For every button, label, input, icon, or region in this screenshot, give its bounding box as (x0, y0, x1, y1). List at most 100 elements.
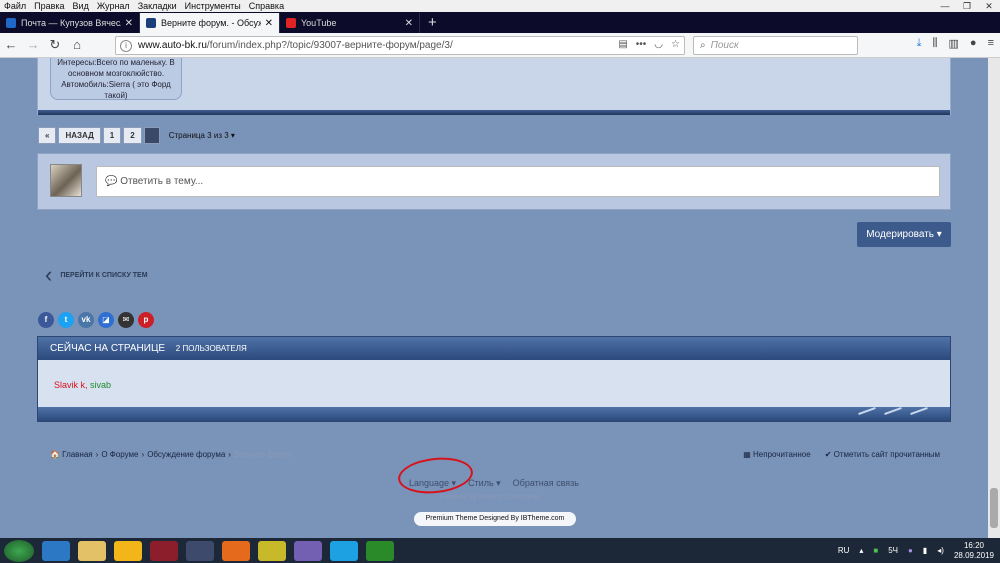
clock[interactable]: 16:20 28.09.2019 (954, 541, 994, 561)
volume-icon[interactable]: ◂) (937, 546, 944, 555)
prev-page-button[interactable]: НАЗАД (58, 127, 101, 144)
url-path: /forum/index.php?/topic/93007-верните-фо… (206, 40, 453, 51)
skype-icon[interactable] (330, 540, 358, 561)
network-icon[interactable]: ▮ (923, 546, 927, 555)
tray-number[interactable]: 5Ч (888, 546, 898, 555)
breadcrumb: 🏠 Главная › О Форуме › Обсуждение форума… (50, 450, 295, 459)
theme-credit-button[interactable]: Premium Theme Designed By IBTheme.com (414, 512, 576, 526)
breadcrumb-actions: ▦ Непрочитанное ✔ Отметить сайт прочитан… (729, 450, 940, 459)
forward-icon[interactable]: → (22, 35, 44, 55)
breadcrumb-about[interactable]: О Форуме (101, 450, 138, 459)
tab-forum[interactable]: Верните форум. - Обсуждение ф... ✕ (140, 13, 280, 33)
tab-bar: Почта — Купузов Вячеслав — ... ✕ Верните… (0, 12, 1000, 33)
back-to-topics-link[interactable]: ‹ ПЕРЕЙТИ К СПИСКУ ТЕМ (45, 264, 148, 286)
menu-bookmarks[interactable]: Закладки (134, 1, 181, 11)
tab-youtube[interactable]: YouTube ✕ (280, 13, 420, 33)
maximize-button[interactable]: ❐ (956, 0, 978, 12)
online-users-title: СЕЙЧАС НА СТРАНИЦЕ (50, 343, 166, 354)
library-icon[interactable]: ⫼ (932, 37, 937, 50)
search-icon: ⌕ (700, 40, 706, 51)
online-users-header: СЕЙЧАС НА СТРАНИЦЕ 2 ПОЛЬЗОВАТЕЛЯ (38, 337, 950, 360)
viber-tray-icon[interactable]: ● (908, 546, 913, 555)
back-to-topics-label: ПЕРЕЙТИ К СПИСКУ ТЕМ (60, 271, 148, 279)
reload-icon[interactable]: ↻ (44, 35, 66, 55)
menu-icon[interactable]: ≡ (988, 37, 994, 50)
facebook-icon[interactable]: f (38, 312, 54, 328)
feedback-link[interactable]: Обратная связь (513, 478, 579, 489)
tray-arrow-icon[interactable]: ▴ (859, 546, 863, 555)
mark-read-link[interactable]: ✔ Отметить сайт прочитанным (825, 450, 940, 459)
red-annotation-circle (396, 454, 475, 497)
lastpass-icon[interactable]: ● (970, 37, 977, 50)
terminal-icon[interactable] (366, 540, 394, 561)
menu-file[interactable]: Файл (0, 1, 30, 11)
viber-icon[interactable] (294, 540, 322, 561)
moderate-button[interactable]: Модерировать ▾ (857, 222, 951, 247)
first-page-button[interactable]: « (38, 127, 57, 144)
user-link[interactable]: Slavik k (54, 380, 85, 390)
page-3-button[interactable]: 3 (143, 127, 160, 144)
page-info-dropdown[interactable]: Страница 3 из 3 ▾ (169, 131, 235, 140)
firefox-icon[interactable] (222, 540, 250, 561)
page-1-button[interactable]: 1 (102, 127, 122, 144)
new-tab-button[interactable]: + (420, 13, 445, 33)
scrollbar-thumb[interactable] (990, 488, 998, 528)
breadcrumb-home[interactable]: 🏠 Главная (50, 450, 93, 459)
chevron-left-icon: ‹ (45, 262, 53, 287)
menu-view[interactable]: Вид (69, 1, 93, 11)
start-button[interactable] (4, 539, 34, 562)
clock-date: 28.09.2019 (953, 550, 994, 560)
reply-input[interactable]: 💬 Ответить в тему... (96, 166, 940, 197)
email-icon[interactable]: ✉ (118, 312, 134, 328)
language-indicator[interactable]: RU (838, 546, 850, 555)
twitter-icon[interactable]: t (58, 312, 74, 328)
close-icon[interactable]: ✕ (405, 18, 413, 29)
shield-icon[interactable]: ■ (873, 546, 878, 555)
pagination: « НАЗАД 1 2 3 Страница 3 из 3 ▾ (38, 127, 235, 144)
close-icon[interactable]: ✕ (265, 18, 273, 29)
info-icon[interactable]: i (120, 39, 132, 52)
page-2-button[interactable]: 2 (123, 127, 142, 144)
decorative-stripe (858, 406, 876, 416)
url-bar[interactable]: i www.auto-bk.ru /forum/index.php?/topic… (115, 36, 685, 55)
vk-icon[interactable]: vk (78, 312, 94, 328)
close-window-button[interactable]: ✕ (978, 0, 1000, 12)
app-icon[interactable] (150, 540, 178, 561)
system-tray: RU ▴ ■ 5Ч ● ▮ ◂) 16:20 28.09.2019 (828, 538, 994, 563)
home-icon[interactable]: ⌂ (66, 35, 88, 55)
chip-icon[interactable] (258, 540, 286, 561)
user-link[interactable]: sivab (90, 380, 111, 390)
sidebar-icon[interactable]: ▥ (949, 37, 959, 50)
minimize-button[interactable]: — (934, 0, 956, 12)
decorative-stripe (884, 406, 902, 416)
reader-icon[interactable]: ▤ (618, 39, 627, 50)
decorative-stripe (910, 406, 928, 416)
download-icon[interactable]: ⤓ (917, 37, 922, 50)
menu-tools[interactable]: Инструменты (181, 1, 245, 11)
style-dropdown[interactable]: Стиль ▾ (468, 478, 501, 489)
page-scrollbar[interactable] (988, 58, 1000, 538)
page-content: Интересы:Всего по маленьку. В основном м… (0, 58, 988, 538)
menu-history[interactable]: Журнал (93, 1, 134, 11)
powered-by[interactable]: Powered by Invision Community (440, 494, 540, 501)
search-input[interactable]: ⌕ Поиск (693, 36, 858, 55)
close-icon[interactable]: ✕ (125, 18, 133, 29)
online-users-list: Slavik k, sivab (38, 360, 950, 390)
breadcrumb-discussion[interactable]: Обсуждение форума (147, 450, 225, 459)
back-icon[interactable]: ← (0, 35, 22, 55)
tab-mail[interactable]: Почта — Купузов Вячеслав — ... ✕ (0, 13, 140, 33)
ie-icon[interactable] (42, 540, 70, 561)
notes-icon[interactable] (114, 540, 142, 561)
toolbar-icons: ⤓ ⫼ ▥ ● ≡ (906, 37, 994, 50)
pocket-icon[interactable]: ◡ (654, 39, 663, 50)
user-separator: , (85, 380, 88, 390)
delicious-icon[interactable]: ◪ (98, 312, 114, 328)
menu-help[interactable]: Справка (245, 1, 288, 11)
floppy-icon[interactable] (186, 540, 214, 561)
explorer-icon[interactable] (78, 540, 106, 561)
more-icon[interactable]: ••• (636, 39, 647, 50)
unread-link[interactable]: ▦ Непрочитанное (743, 450, 810, 459)
star-icon[interactable]: ☆ (671, 39, 680, 50)
pinterest-icon[interactable]: p (138, 312, 154, 328)
menu-edit[interactable]: Правка (30, 1, 68, 11)
